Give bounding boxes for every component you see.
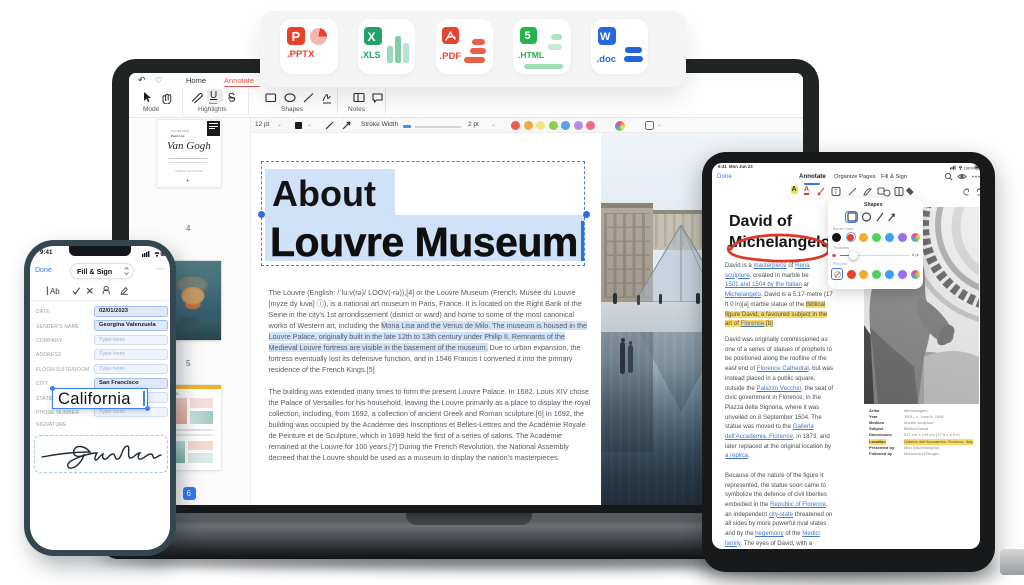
svg-text:T: T: [834, 190, 838, 196]
svg-text:100%: 100%: [964, 165, 975, 170]
svg-text:Ab: Ab: [50, 287, 60, 296]
